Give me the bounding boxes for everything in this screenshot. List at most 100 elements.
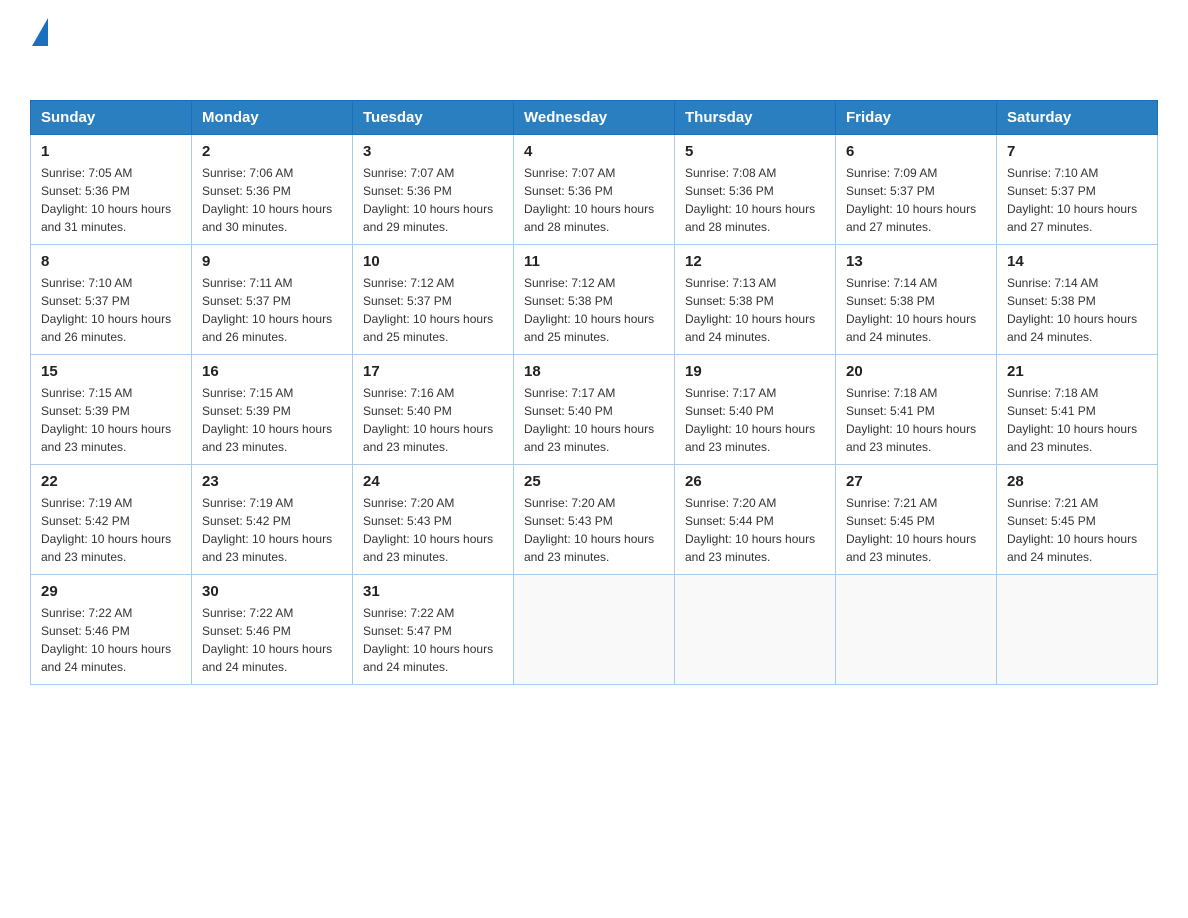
day-number: 15 [41,363,181,380]
day-info: Sunrise: 7:07 AMSunset: 5:36 PMDaylight:… [363,164,503,236]
day-number: 23 [202,473,342,490]
calendar-cell: 13 Sunrise: 7:14 AMSunset: 5:38 PMDayligh… [836,245,997,355]
day-number: 22 [41,473,181,490]
day-info: Sunrise: 7:14 AMSunset: 5:38 PMDaylight:… [846,274,986,346]
day-info: Sunrise: 7:14 AMSunset: 5:38 PMDaylight:… [1007,274,1147,346]
day-number: 1 [41,143,181,160]
calendar-cell: 6 Sunrise: 7:09 AMSunset: 5:37 PMDaylight… [836,135,997,245]
calendar-body: 1 Sunrise: 7:05 AMSunset: 5:36 PMDaylight… [31,135,1158,685]
calendar-cell [997,575,1158,685]
calendar-header-friday: Friday [836,101,997,135]
day-number: 18 [524,363,664,380]
day-info: Sunrise: 7:15 AMSunset: 5:39 PMDaylight:… [202,384,342,456]
day-info: Sunrise: 7:10 AMSunset: 5:37 PMDaylight:… [1007,164,1147,236]
calendar-cell: 19Sunrise: 7:17 AMSunset: 5:40 PMDayligh… [675,355,836,465]
calendar-cell: 11 Sunrise: 7:12 AMSunset: 5:38 PMDayligh… [514,245,675,355]
calendar-header-monday: Monday [192,101,353,135]
day-info: Sunrise: 7:12 AMSunset: 5:38 PMDaylight:… [524,274,664,346]
day-info: Sunrise: 7:16 AMSunset: 5:40 PMDaylight:… [363,384,503,456]
day-number: 7 [1007,143,1147,160]
day-info: Sunrise: 7:06 AMSunset: 5:36 PMDaylight:… [202,164,342,236]
calendar-cell: 1 Sunrise: 7:05 AMSunset: 5:36 PMDaylight… [31,135,192,245]
day-number: 8 [41,253,181,270]
day-info: Sunrise: 7:19 AMSunset: 5:42 PMDaylight:… [41,494,181,566]
day-number: 17 [363,363,503,380]
day-number: 4 [524,143,664,160]
calendar-header-sunday: Sunday [31,101,192,135]
day-number: 16 [202,363,342,380]
day-number: 5 [685,143,825,160]
calendar-week-5: 29 Sunrise: 7:22 AMSunset: 5:46 PMDayligh… [31,575,1158,685]
day-info: Sunrise: 7:21 AMSunset: 5:45 PMDaylight:… [846,494,986,566]
day-info: Sunrise: 7:22 AMSunset: 5:47 PMDaylight:… [363,604,503,676]
calendar-cell: 26 Sunrise: 7:20 AMSunset: 5:44 PMDayligh… [675,465,836,575]
calendar-cell: 27 Sunrise: 7:21 AMSunset: 5:45 PMDayligh… [836,465,997,575]
calendar-cell: 24 Sunrise: 7:20 AMSunset: 5:43 PMDayligh… [353,465,514,575]
day-number: 20 [846,363,986,380]
calendar-cell: 2Sunrise: 7:06 AMSunset: 5:36 PMDaylight… [192,135,353,245]
day-number: 6 [846,143,986,160]
day-info: Sunrise: 7:10 AMSunset: 5:37 PMDaylight:… [41,274,181,346]
day-info: Sunrise: 7:09 AMSunset: 5:37 PMDaylight:… [846,164,986,236]
day-info: Sunrise: 7:08 AMSunset: 5:36 PMDaylight:… [685,164,825,236]
page-header [30,20,1158,80]
day-number: 11 [524,253,664,270]
calendar-cell: 7 Sunrise: 7:10 AMSunset: 5:37 PMDaylight… [997,135,1158,245]
day-info: Sunrise: 7:15 AMSunset: 5:39 PMDaylight:… [41,384,181,456]
calendar-header-thursday: Thursday [675,101,836,135]
day-number: 29 [41,583,181,600]
calendar-table: SundayMondayTuesdayWednesdayThursdayFrid… [30,100,1158,685]
day-info: Sunrise: 7:20 AMSunset: 5:43 PMDaylight:… [363,494,503,566]
day-number: 21 [1007,363,1147,380]
day-info: Sunrise: 7:18 AMSunset: 5:41 PMDaylight:… [846,384,986,456]
day-info: Sunrise: 7:13 AMSunset: 5:38 PMDaylight:… [685,274,825,346]
calendar-cell: 30 Sunrise: 7:22 AMSunset: 5:46 PMDayligh… [192,575,353,685]
calendar-cell: 22 Sunrise: 7:19 AMSunset: 5:42 PMDayligh… [31,465,192,575]
day-info: Sunrise: 7:05 AMSunset: 5:36 PMDaylight:… [41,164,181,236]
calendar-week-1: 1 Sunrise: 7:05 AMSunset: 5:36 PMDaylight… [31,135,1158,245]
calendar-cell: 25 Sunrise: 7:20 AMSunset: 5:43 PMDayligh… [514,465,675,575]
calendar-cell: 15 Sunrise: 7:15 AMSunset: 5:39 PMDayligh… [31,355,192,465]
day-number: 25 [524,473,664,490]
day-info: Sunrise: 7:17 AMSunset: 5:40 PMDaylight:… [685,384,825,456]
day-number: 28 [1007,473,1147,490]
logo-triangle-icon [32,18,48,46]
day-info: Sunrise: 7:19 AMSunset: 5:42 PMDaylight:… [202,494,342,566]
calendar-header-tuesday: Tuesday [353,101,514,135]
calendar-cell: 20 Sunrise: 7:18 AMSunset: 5:41 PMDayligh… [836,355,997,465]
day-number: 3 [363,143,503,160]
day-number: 27 [846,473,986,490]
calendar-week-4: 22 Sunrise: 7:19 AMSunset: 5:42 PMDayligh… [31,465,1158,575]
calendar-cell: 16 Sunrise: 7:15 AMSunset: 5:39 PMDayligh… [192,355,353,465]
calendar-cell: 9Sunrise: 7:11 AMSunset: 5:37 PMDaylight… [192,245,353,355]
calendar-header-row: SundayMondayTuesdayWednesdayThursdayFrid… [31,101,1158,135]
calendar-cell: 3 Sunrise: 7:07 AMSunset: 5:36 PMDaylight… [353,135,514,245]
day-info: Sunrise: 7:12 AMSunset: 5:37 PMDaylight:… [363,274,503,346]
calendar-cell: 8 Sunrise: 7:10 AMSunset: 5:37 PMDaylight… [31,245,192,355]
calendar-cell: 23 Sunrise: 7:19 AMSunset: 5:42 PMDayligh… [192,465,353,575]
calendar-cell: 10Sunrise: 7:12 AMSunset: 5:37 PMDayligh… [353,245,514,355]
day-info: Sunrise: 7:21 AMSunset: 5:45 PMDaylight:… [1007,494,1147,566]
day-info: Sunrise: 7:20 AMSunset: 5:43 PMDaylight:… [524,494,664,566]
day-info: Sunrise: 7:22 AMSunset: 5:46 PMDaylight:… [202,604,342,676]
calendar-cell: 5 Sunrise: 7:08 AMSunset: 5:36 PMDaylight… [675,135,836,245]
day-number: 26 [685,473,825,490]
day-number: 9 [202,253,342,270]
calendar-cell: 12Sunrise: 7:13 AMSunset: 5:38 PMDayligh… [675,245,836,355]
calendar-header-saturday: Saturday [997,101,1158,135]
calendar-week-3: 15 Sunrise: 7:15 AMSunset: 5:39 PMDayligh… [31,355,1158,465]
calendar-cell: 14Sunrise: 7:14 AMSunset: 5:38 PMDayligh… [997,245,1158,355]
day-number: 31 [363,583,503,600]
calendar-cell [675,575,836,685]
calendar-cell: 28 Sunrise: 7:21 AMSunset: 5:45 PMDayligh… [997,465,1158,575]
calendar-cell: 18Sunrise: 7:17 AMSunset: 5:40 PMDayligh… [514,355,675,465]
calendar-week-2: 8 Sunrise: 7:10 AMSunset: 5:37 PMDaylight… [31,245,1158,355]
calendar-cell [836,575,997,685]
calendar-cell: 21Sunrise: 7:18 AMSunset: 5:41 PMDayligh… [997,355,1158,465]
day-info: Sunrise: 7:20 AMSunset: 5:44 PMDaylight:… [685,494,825,566]
day-info: Sunrise: 7:22 AMSunset: 5:46 PMDaylight:… [41,604,181,676]
day-number: 30 [202,583,342,600]
calendar-cell: 17 Sunrise: 7:16 AMSunset: 5:40 PMDayligh… [353,355,514,465]
day-number: 13 [846,253,986,270]
day-number: 24 [363,473,503,490]
